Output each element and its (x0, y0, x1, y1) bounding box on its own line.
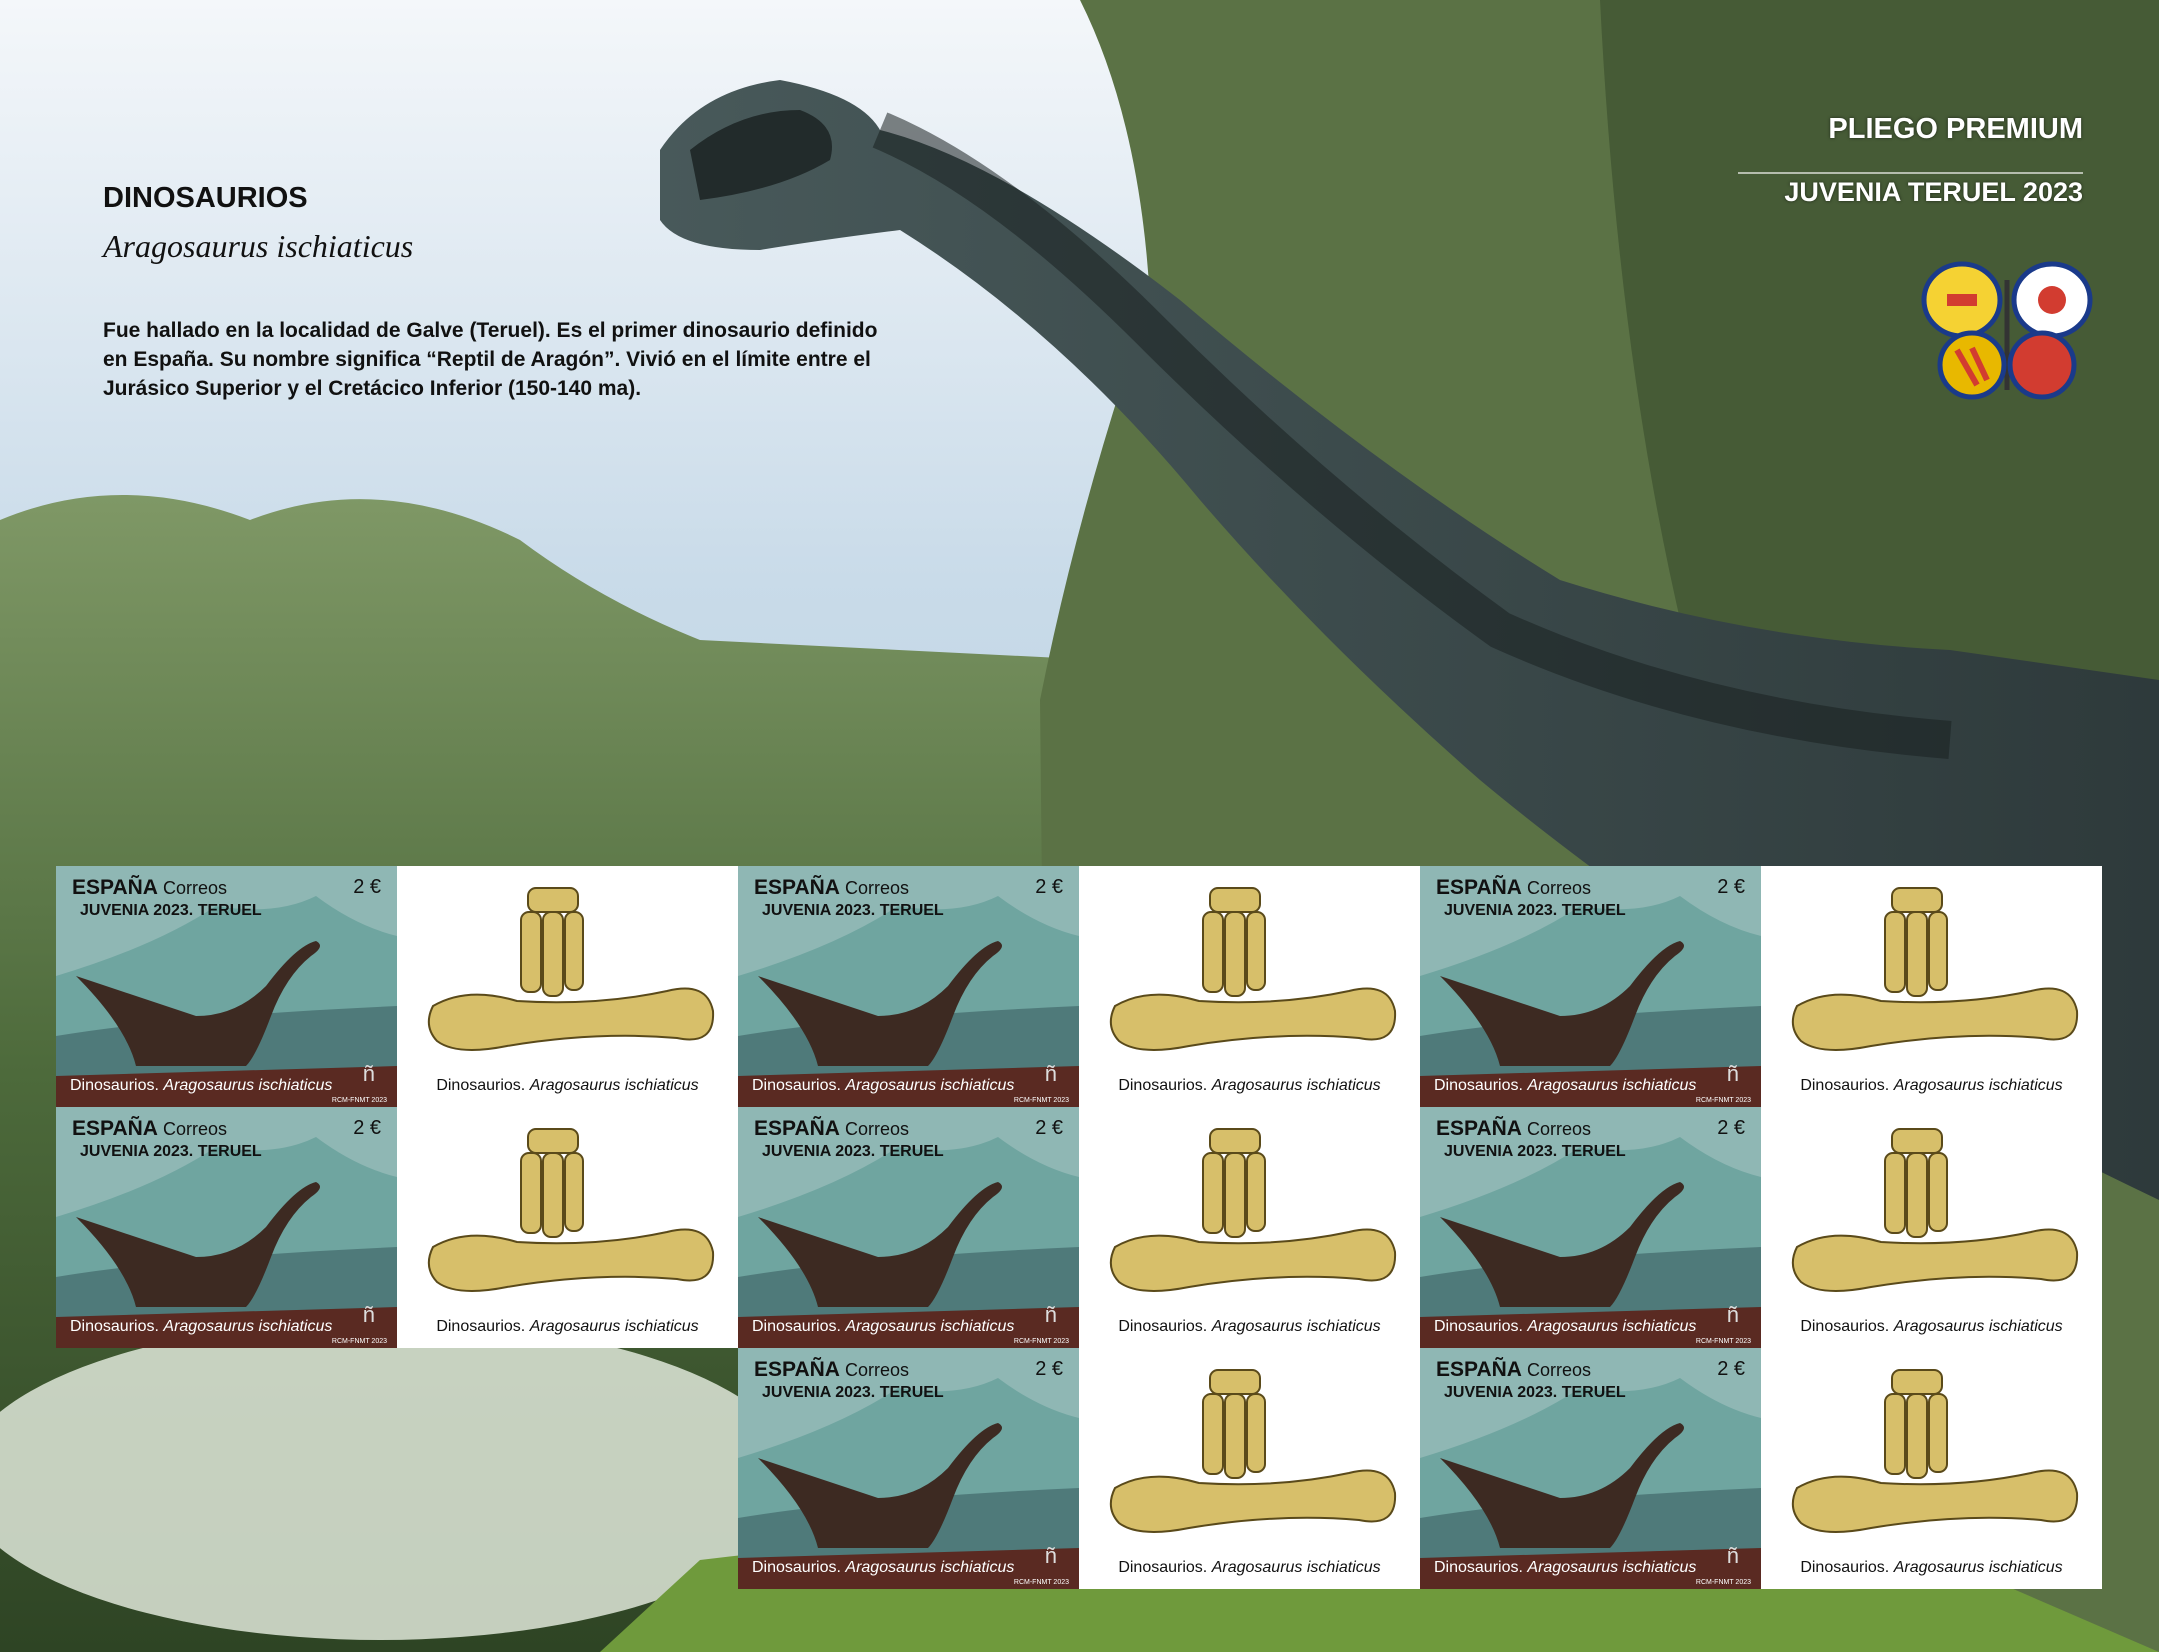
stamp-printer: RCM-FNMT 2023 (331, 1338, 387, 1345)
stamp-event: JUVENIA 2023. TERUEL (1444, 1143, 1626, 1160)
stamp-mark: ñ (362, 1302, 375, 1327)
sheet-title: DINOSAURIOS (103, 182, 308, 214)
stamp: ESPAÑA Correos 2 € JUVENIA 2023. TERUEL … (738, 866, 1079, 1107)
bone-illustration (1079, 866, 1420, 1107)
pliego-premium-label: PLIEGO PREMIUM (1828, 113, 2083, 145)
label-caption: Dinosaurios. Aragosaurus ischiaticus (436, 1318, 699, 1335)
stamp-value: 2 € (1717, 1117, 1745, 1139)
stamp: ESPAÑA Correos 2 € JUVENIA 2023. TERUEL … (56, 1107, 397, 1348)
bone-illustration (1761, 1348, 2102, 1589)
stamp-printer: RCM-FNMT 2023 (1013, 1097, 1069, 1104)
stamp-value: 2 € (353, 876, 381, 898)
stamp-country: ESPAÑA Correos (1436, 876, 1592, 899)
stamp-value: 2 € (353, 1117, 381, 1139)
label-caption: Dinosaurios. Aragosaurus ischiaticus (1118, 1077, 1381, 1094)
stamp-event: JUVENIA 2023. TERUEL (762, 902, 944, 919)
stamp-printer: RCM-FNMT 2023 (1695, 1097, 1751, 1104)
species-description: Fue hallado en la localidad de Galve (Te… (103, 319, 878, 400)
stamp-mark: ñ (1044, 1543, 1057, 1568)
stamp-caption: Dinosaurios. Aragosaurus ischiaticus (1434, 1559, 1697, 1576)
stamp-caption: Dinosaurios. Aragosaurus ischiaticus (1434, 1318, 1697, 1335)
bone-illustration (1761, 1107, 2102, 1348)
label: Dinosaurios. Aragosaurus ischiaticus (1761, 866, 2102, 1107)
stamp-printer: RCM-FNMT 2023 (1013, 1338, 1069, 1345)
stamp: ESPAÑA Correos 2 € JUVENIA 2023. TERUEL … (738, 1348, 1079, 1589)
stamp: ESPAÑA Correos 2 € JUVENIA 2023. TERUEL … (1420, 1348, 1761, 1589)
bone-illustration (1761, 866, 2102, 1107)
stamp-event: JUVENIA 2023. TERUEL (1444, 902, 1626, 919)
stamp-printer: RCM-FNMT 2023 (1695, 1579, 1751, 1586)
stamp-country: ESPAÑA Correos (754, 1117, 910, 1140)
stamp-country: ESPAÑA Correos (1436, 1358, 1592, 1381)
label: Dinosaurios. Aragosaurus ischiaticus (1079, 1348, 1420, 1589)
stamp-printer: RCM-FNMT 2023 (331, 1097, 387, 1104)
stamp-country: ESPAÑA Correos (72, 876, 228, 899)
label: Dinosaurios. Aragosaurus ischiaticus (1761, 1107, 2102, 1348)
label: Dinosaurios. Aragosaurus ischiaticus (397, 866, 738, 1107)
badge-divider (1738, 172, 2083, 174)
stamp-mark: ñ (1726, 1302, 1739, 1327)
stamp: ESPAÑA Correos 2 € JUVENIA 2023. TERUEL … (1420, 866, 1761, 1107)
bone-illustration (397, 1107, 738, 1348)
stamp-mark: ñ (1044, 1302, 1057, 1327)
label: Dinosaurios. Aragosaurus ischiaticus (1079, 866, 1420, 1107)
stamp: ESPAÑA Correos 2 € JUVENIA 2023. TERUEL … (56, 866, 397, 1107)
stamp-country: ESPAÑA Correos (754, 876, 910, 899)
stamp-event: JUVENIA 2023. TERUEL (762, 1143, 944, 1160)
label: Dinosaurios. Aragosaurus ischiaticus (397, 1107, 738, 1348)
stamp-value: 2 € (1717, 1358, 1745, 1380)
stamp: ESPAÑA Correos 2 € JUVENIA 2023. TERUEL … (738, 1107, 1079, 1348)
bone-illustration (397, 866, 738, 1107)
label: Dinosaurios. Aragosaurus ischiaticus (1761, 1348, 2102, 1589)
species-name: Aragosaurus ischiaticus (103, 228, 414, 264)
juvenia-label: JUVENIA TERUEL 2023 (1784, 177, 2083, 207)
label-caption: Dinosaurios. Aragosaurus ischiaticus (1118, 1559, 1381, 1576)
label-caption: Dinosaurios. Aragosaurus ischiaticus (1118, 1318, 1381, 1335)
stamp-mark: ñ (362, 1061, 375, 1086)
stamp-caption: Dinosaurios. Aragosaurus ischiaticus (752, 1559, 1015, 1576)
stamp-caption: Dinosaurios. Aragosaurus ischiaticus (70, 1077, 333, 1094)
stamp-event: JUVENIA 2023. TERUEL (762, 1384, 944, 1401)
label: Dinosaurios. Aragosaurus ischiaticus (1079, 1107, 1420, 1348)
stamp-printer: RCM-FNMT 2023 (1013, 1579, 1069, 1586)
stamp-printer: RCM-FNMT 2023 (1695, 1338, 1751, 1345)
stamp-event: JUVENIA 2023. TERUEL (80, 902, 262, 919)
label-caption: Dinosaurios. Aragosaurus ischiaticus (1800, 1077, 2063, 1094)
stamp-country: ESPAÑA Correos (754, 1358, 910, 1381)
stamp: ESPAÑA Correos 2 € JUVENIA 2023. TERUEL … (1420, 1107, 1761, 1348)
stamp-value: 2 € (1717, 876, 1745, 898)
stamp-mark: ñ (1726, 1061, 1739, 1086)
label-caption: Dinosaurios. Aragosaurus ischiaticus (1800, 1318, 2063, 1335)
stamp-event: JUVENIA 2023. TERUEL (80, 1143, 262, 1160)
stamp-caption: Dinosaurios. Aragosaurus ischiaticus (1434, 1077, 1697, 1094)
label-caption: Dinosaurios. Aragosaurus ischiaticus (436, 1077, 699, 1094)
juvenia-butterfly-logo (1921, 261, 2093, 400)
stamp-caption: Dinosaurios. Aragosaurus ischiaticus (752, 1318, 1015, 1335)
stamp-event: JUVENIA 2023. TERUEL (1444, 1384, 1626, 1401)
stamp-value: 2 € (1035, 876, 1063, 898)
stamp-country: ESPAÑA Correos (1436, 1117, 1592, 1140)
stamp-mark: ñ (1044, 1061, 1057, 1086)
stamp-mark: ñ (1726, 1543, 1739, 1568)
stamp-caption: Dinosaurios. Aragosaurus ischiaticus (752, 1077, 1015, 1094)
bone-illustration (1079, 1107, 1420, 1348)
stamp-value: 2 € (1035, 1117, 1063, 1139)
stamp-value: 2 € (1035, 1358, 1063, 1380)
stamp-country: ESPAÑA Correos (72, 1117, 228, 1140)
bone-illustration (1079, 1348, 1420, 1589)
label-caption: Dinosaurios. Aragosaurus ischiaticus (1800, 1559, 2063, 1576)
stamp-caption: Dinosaurios. Aragosaurus ischiaticus (70, 1318, 333, 1335)
